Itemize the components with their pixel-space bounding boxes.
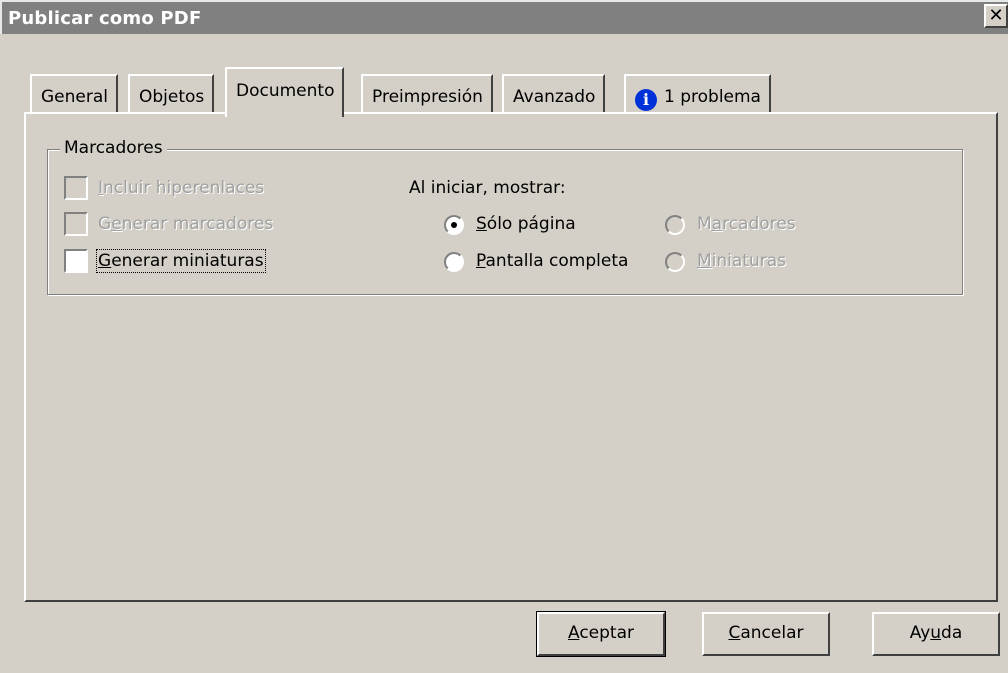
tab-label: Avanzado bbox=[513, 87, 596, 107]
info-icon: i bbox=[635, 89, 657, 111]
tab-label: Preimpresión bbox=[372, 87, 483, 107]
radio-fullscreen[interactable] bbox=[444, 252, 464, 272]
tab-panel-documento: Marcadores Incluir hiperenlaces Generar … bbox=[24, 112, 998, 602]
tab-avanzado[interactable]: Avanzado bbox=[502, 74, 606, 112]
close-icon: ✕ bbox=[988, 5, 1004, 26]
label-rest: ncluir hiperenlaces bbox=[103, 178, 265, 198]
title-bar: Publicar como PDF bbox=[0, 0, 1008, 34]
tab-general[interactable]: General bbox=[30, 74, 118, 112]
help-button[interactable]: Ayuda bbox=[872, 612, 1000, 656]
tab-preimpresion[interactable]: Preimpresión bbox=[361, 74, 493, 112]
include-links-checkbox[interactable] bbox=[64, 176, 88, 200]
radio-fullscreen-label: Pantalla completa bbox=[476, 251, 629, 271]
bookmarks-groupbox: Marcadores Incluir hiperenlaces Generar … bbox=[47, 138, 963, 295]
group-legend: Marcadores bbox=[60, 138, 167, 158]
radio-thumbnails-label: Miniaturas bbox=[697, 251, 787, 271]
radio-bookmarks[interactable] bbox=[665, 215, 685, 235]
tab-objetos[interactable]: Objetos bbox=[128, 74, 215, 112]
tab-label: 1 problema bbox=[664, 87, 761, 107]
tab-problema[interactable]: i 1 problema bbox=[624, 74, 771, 112]
cancel-button[interactable]: Cancelar bbox=[702, 612, 830, 656]
radio-single-page[interactable] bbox=[444, 215, 464, 235]
tab-label: General bbox=[41, 87, 108, 107]
generate-thumbnails-label: Generar miniaturas bbox=[96, 249, 266, 273]
close-button[interactable]: ✕ bbox=[984, 4, 1008, 28]
window-title: Publicar como PDF bbox=[8, 8, 202, 29]
generate-bookmarks-label: Generar marcadores bbox=[98, 214, 274, 234]
radio-bookmarks-label: Marcadores bbox=[697, 214, 796, 234]
include-links-label: Incluir hiperenlaces bbox=[98, 178, 265, 198]
generate-thumbnails-checkbox[interactable] bbox=[64, 249, 88, 273]
tab-label: Documento bbox=[236, 81, 335, 101]
startup-label: Al iniciar, mostrar: bbox=[409, 178, 566, 198]
radio-single-page-label: Sólo página bbox=[476, 214, 576, 234]
ok-button[interactable]: Aceptar bbox=[536, 611, 666, 657]
generate-bookmarks-checkbox[interactable] bbox=[64, 212, 88, 236]
radio-dot bbox=[451, 222, 457, 228]
tab-label: Objetos bbox=[139, 87, 205, 107]
tab-documento[interactable]: Documento bbox=[225, 67, 345, 117]
radio-thumbnails[interactable] bbox=[665, 252, 685, 272]
